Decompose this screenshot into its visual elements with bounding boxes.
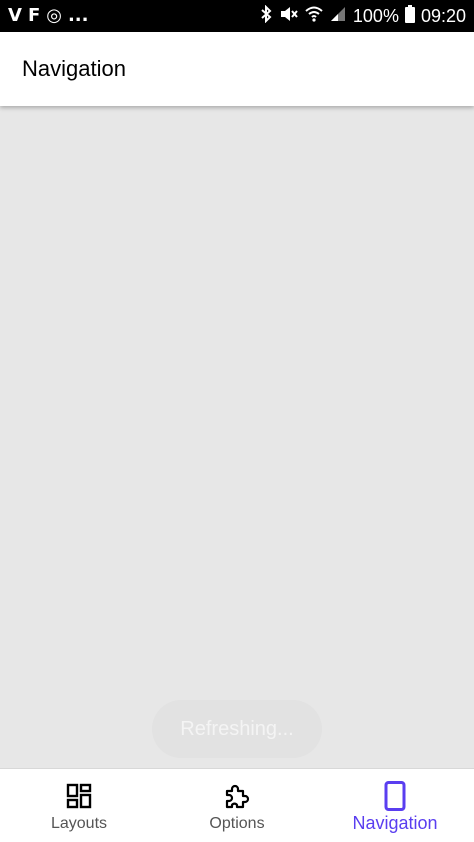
dashboard-icon <box>64 781 94 811</box>
clock: 09:20 <box>420 5 466 26</box>
wifi-icon <box>305 5 323 28</box>
nav-label-options: Options <box>209 815 265 832</box>
signal-icon <box>329 5 347 28</box>
page-title: Navigation <box>22 56 126 81</box>
status-right: 100% 09:20 <box>259 4 466 28</box>
app-f-icon: F <box>27 5 41 26</box>
status-left: V F ◎ ... <box>8 7 88 25</box>
refreshing-toast: Refreshing... <box>152 700 322 758</box>
phone-icon <box>380 781 410 811</box>
nav-label-navigation: Navigation <box>352 813 438 833</box>
app-bar: Navigation <box>0 32 474 106</box>
bottom-navigation: Layouts Options Navigation <box>0 768 474 842</box>
battery-percent: 100% <box>352 5 399 26</box>
nav-label-layouts: Layouts <box>50 815 108 832</box>
carrier-v-icon: V <box>8 5 22 26</box>
content-area[interactable] <box>0 106 474 768</box>
nav-item-layouts[interactable]: Layouts <box>0 769 158 842</box>
nav-item-options[interactable]: Options <box>158 769 316 842</box>
puzzle-icon <box>222 781 252 811</box>
mute-icon <box>279 5 299 28</box>
sync-icon: ◎ <box>46 5 62 26</box>
nav-item-navigation[interactable]: Navigation <box>316 769 474 842</box>
status-bar: V F ◎ ... 100% 09:20 <box>0 0 474 32</box>
bluetooth-icon <box>259 4 273 28</box>
toast-text: Refreshing... <box>180 717 294 740</box>
more-notifications-icon: ... <box>67 5 89 26</box>
battery-icon <box>404 4 415 28</box>
